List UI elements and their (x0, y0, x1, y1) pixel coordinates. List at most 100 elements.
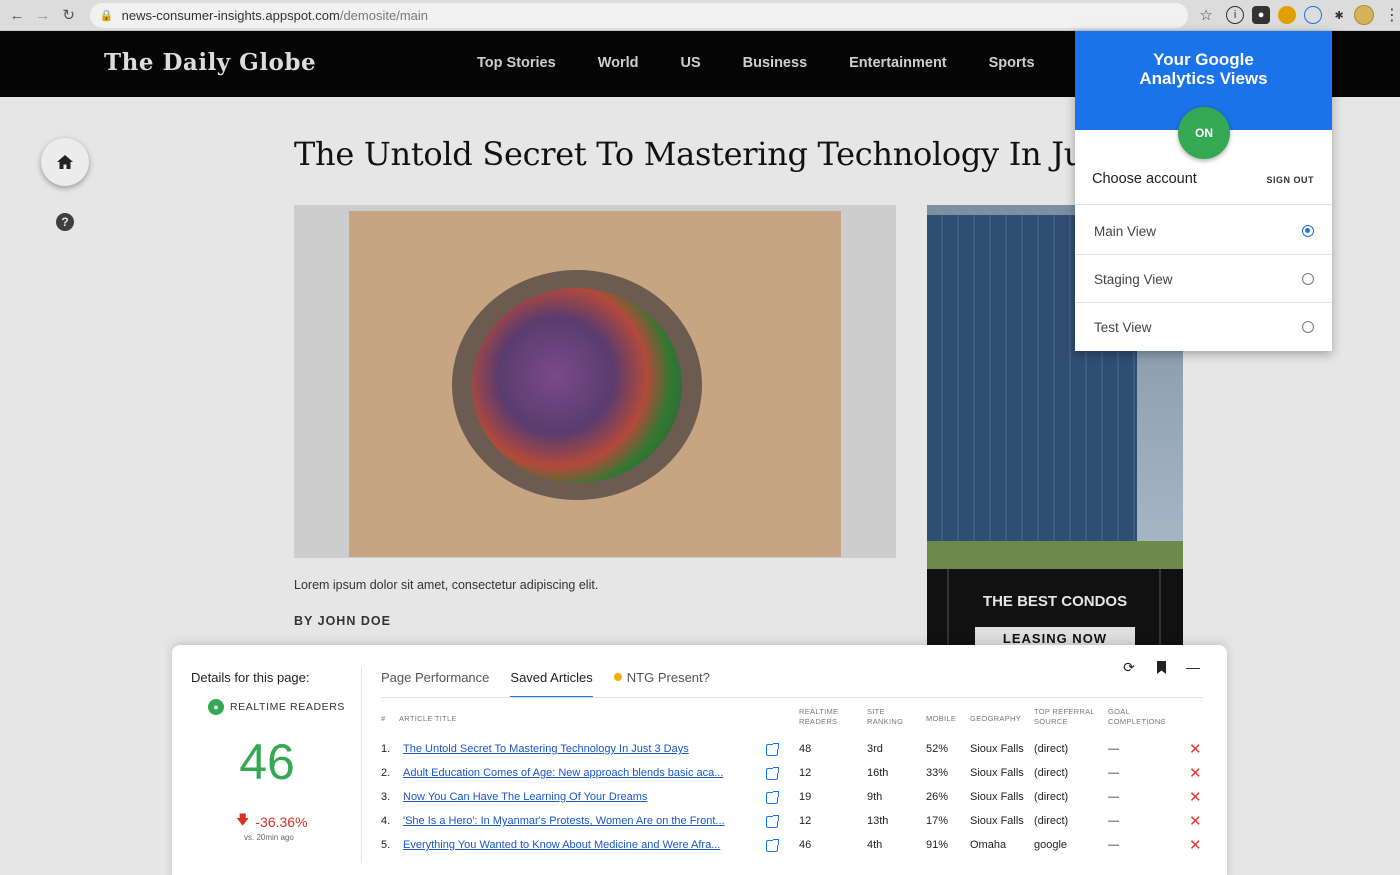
article-link[interactable]: Everything You Wanted to Know About Medi… (403, 839, 720, 851)
row-referral: (direct) (1034, 767, 1069, 779)
view-option-main[interactable]: Main View (1075, 206, 1332, 255)
avatar[interactable] (1354, 5, 1375, 25)
color-extension-icon[interactable] (1278, 6, 1297, 24)
table-row: 2. Adult Education Comes of Age: New app… (381, 766, 1203, 791)
view-label: Test View (1094, 320, 1152, 335)
external-link-icon[interactable] (766, 839, 779, 852)
realtime-readers-label-group: ● REALTIME READERS (208, 699, 345, 715)
help-icon[interactable]: ? (56, 213, 74, 231)
info-extension-icon[interactable]: i (1226, 6, 1245, 24)
nav-top-stories[interactable]: Top Stories (477, 55, 556, 71)
tab-saved-articles[interactable]: Saved Articles (510, 670, 593, 698)
tab-ntg-present[interactable]: NTG Present? (613, 670, 710, 698)
menu-icon[interactable]: ⋮ (1384, 5, 1400, 25)
row-mobile: 33% (926, 767, 949, 779)
row-geo: Omaha (970, 839, 1007, 851)
star-icon[interactable]: ☆ (1196, 6, 1216, 24)
image-caption: Lorem ipsum dolor sit amet, consectetur … (294, 578, 599, 592)
row-goals: — (1108, 767, 1119, 779)
view-option-staging[interactable]: Staging View (1075, 254, 1332, 303)
radio-staging-view[interactable] (1302, 273, 1314, 285)
home-button[interactable] (41, 138, 89, 186)
nav-world[interactable]: World (598, 55, 639, 71)
article-link[interactable]: Adult Education Comes of Age: New approa… (403, 767, 723, 779)
choose-account-label: Choose account (1092, 171, 1197, 187)
col-goals: GOAL COMPLETIONS (1108, 707, 1166, 726)
row-rank: 13th (867, 815, 889, 827)
row-geo: Sioux Falls (970, 767, 1024, 779)
row-readers: 48 (799, 743, 812, 755)
delete-icon[interactable]: ✕ (1189, 814, 1202, 829)
row-geo: Sioux Falls (970, 791, 1024, 803)
panel-tools: ⟳ — (1121, 659, 1201, 676)
ad-cta-button[interactable]: LEASING NOW (975, 627, 1135, 645)
sign-out-button[interactable]: SIGN OUT (1266, 175, 1314, 185)
delta-comparison: vs. 20min ago (244, 833, 294, 842)
external-link-icon[interactable] (766, 791, 779, 804)
details-title: Details for this page: (191, 670, 310, 685)
delete-icon[interactable]: ✕ (1189, 838, 1202, 853)
home-icon (57, 155, 73, 169)
external-link-icon[interactable] (766, 815, 779, 828)
article-link[interactable]: Now You Can Have The Learning Of Your Dr… (403, 791, 647, 803)
minimize-icon[interactable]: — (1185, 659, 1201, 675)
table-row: 5. Everything You Wanted to Know About M… (381, 838, 1203, 863)
nav-business[interactable]: Business (743, 55, 807, 71)
row-goals: — (1108, 743, 1119, 755)
row-num: 2. (381, 767, 391, 779)
row-referral: (direct) (1034, 743, 1069, 755)
refresh-icon[interactable]: ⟳ (1121, 659, 1137, 675)
bookmark-icon[interactable] (1153, 659, 1169, 675)
row-mobile: 17% (926, 815, 949, 827)
address-bar[interactable]: 🔒 news-consumer-insights.appspot.com/dem… (89, 2, 1189, 28)
on-toggle-button[interactable]: ON (1178, 107, 1230, 159)
row-goals: — (1108, 815, 1119, 827)
analytics-views-popup: Your Google Analytics Views ON Choose ac… (1075, 31, 1332, 351)
nav-sports[interactable]: Sports (989, 55, 1035, 71)
radio-main-view[interactable] (1302, 225, 1314, 237)
ad-title: THE BEST CONDOS (982, 593, 1128, 610)
status-dot-icon (613, 673, 622, 681)
row-rank: 16th (867, 767, 889, 779)
row-referral: (direct) (1034, 791, 1069, 803)
delete-icon[interactable]: ✕ (1189, 742, 1202, 757)
nav-entertainment[interactable]: Entertainment (849, 55, 947, 71)
site-logo[interactable]: The Daily Globe (104, 49, 316, 76)
forward-icon[interactable]: → (30, 2, 56, 28)
row-mobile: 26% (926, 791, 949, 803)
person-icon: ● (208, 699, 224, 715)
clock-extension-icon[interactable] (1304, 6, 1323, 24)
delete-icon[interactable]: ✕ (1189, 766, 1202, 781)
row-geo: Sioux Falls (970, 815, 1024, 827)
extension-icons: i ● ✱ (1226, 6, 1348, 24)
external-link-icon[interactable] (766, 767, 779, 780)
article-link[interactable]: 'She Is a Hero': In Myanmar's Protests, … (403, 815, 725, 827)
row-goals: — (1108, 839, 1119, 851)
table-row: 4. 'She Is a Hero': In Myanmar's Protest… (381, 814, 1203, 839)
reload-icon[interactable]: ↻ (56, 2, 82, 28)
tab-page-performance[interactable]: Page Performance (381, 670, 489, 698)
row-rank: 3rd (867, 743, 883, 755)
col-mobile: MOBILE (926, 714, 957, 723)
row-mobile: 91% (926, 839, 949, 851)
article-link[interactable]: The Untold Secret To Mastering Technolog… (403, 743, 689, 755)
realtime-readers-label: REALTIME READERS (230, 701, 346, 713)
row-num: 1. (381, 743, 391, 755)
view-option-test[interactable]: Test View (1075, 302, 1332, 351)
delete-icon[interactable]: ✕ (1189, 790, 1202, 805)
puzzle-icon[interactable]: ✱ (1330, 6, 1348, 24)
col-title: ARTICLE TITLE (399, 714, 457, 723)
row-rank: 4th (867, 839, 883, 851)
external-link-icon[interactable] (766, 743, 779, 756)
choose-account-row: Choose account SIGN OUT (1075, 167, 1332, 205)
back-icon[interactable]: ← (4, 2, 30, 28)
hero-image (294, 205, 896, 558)
divider (361, 667, 362, 863)
table-row: 3. Now You Can Have The Learning Of Your… (381, 790, 1203, 815)
nav-us[interactable]: US (681, 55, 701, 71)
url-path: /demosite/main (339, 7, 428, 23)
radio-test-view[interactable] (1302, 321, 1314, 333)
analytics-extension-icon[interactable]: ● (1252, 6, 1271, 24)
table-row: 1. The Untold Secret To Mastering Techno… (381, 742, 1203, 767)
browser-toolbar: ← → ↻ 🔒 news-consumer-insights.appspot.c… (0, 0, 1400, 31)
